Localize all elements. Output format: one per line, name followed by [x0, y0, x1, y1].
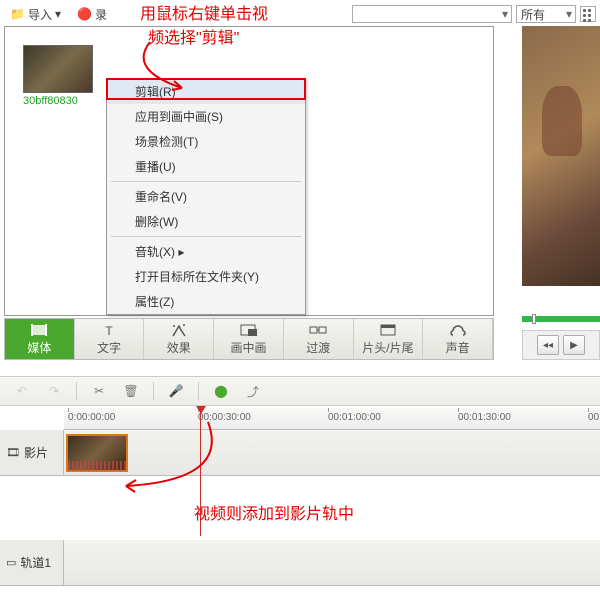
delete-button[interactable]: 🗑 — [121, 381, 141, 401]
context-menu: 剪辑(R)应用到画中画(S)场景检测(T)重播(U) 重命名(V)删除(W) 音轨(… — [106, 78, 306, 315]
timeline-ruler[interactable]: 0:00:00:0000:00:30:0000:01:00:0000:01:30… — [64, 408, 600, 430]
view-grid-icon[interactable] — [580, 6, 596, 22]
menu-item[interactable]: 打开目标所在文件夹(Y) — [107, 264, 305, 289]
timeline-toolbar: ↶ ↷ ✂ 🗑 🎤 ⬤ ⤴ — [0, 376, 600, 406]
ruler-tick: 0:00:00:00 — [68, 412, 115, 423]
ruler-tick: 00:01:30:00 — [458, 412, 511, 423]
voiceover-button[interactable]: 🎤 — [166, 381, 186, 401]
timeline-gap — [0, 476, 600, 540]
thumbnail-filename: 30bff80830 — [23, 95, 93, 107]
marker-button[interactable]: ⬤ — [211, 381, 231, 401]
prev-button[interactable]: ◂◂ — [537, 335, 559, 355]
menu-item[interactable]: 属性(Z) — [107, 289, 305, 314]
menu-item[interactable]: 删除(W) — [107, 209, 305, 234]
category-tabbar: 媒体T文字效果画中画过渡片头/片尾声音 — [4, 318, 494, 360]
track-1-header: ▭ 轨道1 — [0, 540, 64, 585]
menu-separator — [111, 181, 301, 182]
cut-button[interactable]: ✂ — [89, 381, 109, 401]
record-label: 录 — [95, 6, 107, 23]
tab-0[interactable]: 媒体 — [5, 319, 75, 359]
menu-item[interactable]: 重命名(V) — [107, 184, 305, 209]
media-thumbnail[interactable]: 30bff80830 — [23, 45, 93, 107]
thumbnail-image — [23, 45, 93, 93]
menu-item[interactable]: 音轨(X) ▸ — [107, 239, 305, 264]
video-track-header: 🎞 影片 — [0, 430, 64, 475]
preview-scrubber[interactable] — [522, 316, 600, 322]
preview-panel — [522, 26, 600, 314]
scrubber-handle[interactable] — [532, 314, 536, 324]
menu-item[interactable]: 剪辑(R) — [107, 79, 305, 104]
ruler-tick: 00:02:00:00 — [588, 412, 600, 423]
import-button[interactable]: 📁 导入 ▾ — [4, 4, 67, 25]
tab-3[interactable]: 画中画 — [214, 319, 284, 359]
preview-video-frame — [522, 26, 600, 286]
preview-controls: ◂◂ ▶ — [522, 330, 600, 360]
timeline-playhead[interactable] — [200, 406, 201, 536]
ruler-tick: 00:01:00:00 — [328, 412, 381, 423]
filter-dropdown[interactable]: 所有 — [516, 5, 576, 23]
menu-item[interactable]: 应用到画中画(S) — [107, 104, 305, 129]
import-label: 导入 — [28, 6, 52, 23]
tab-5[interactable]: 片头/片尾 — [354, 319, 424, 359]
svg-text:T: T — [105, 324, 113, 338]
search-dropdown[interactable] — [352, 5, 512, 23]
menu-separator — [111, 236, 301, 237]
tab-6[interactable]: 声音 — [423, 319, 493, 359]
tab-1[interactable]: T文字 — [75, 319, 145, 359]
video-clip[interactable] — [66, 434, 128, 472]
track-1[interactable]: ▭ 轨道1 — [0, 540, 600, 586]
menu-item[interactable]: 重播(U) — [107, 154, 305, 179]
play-button[interactable]: ▶ — [563, 335, 585, 355]
tab-2[interactable]: 效果 — [144, 319, 214, 359]
undo-button[interactable]: ↶ — [12, 381, 32, 401]
redo-button[interactable]: ↷ — [44, 381, 64, 401]
tab-4[interactable]: 过渡 — [284, 319, 354, 359]
export-button[interactable]: ⤴ — [243, 381, 263, 401]
record-button[interactable]: 🔴 录 — [71, 4, 113, 25]
menu-item[interactable]: 场景检测(T) — [107, 129, 305, 154]
